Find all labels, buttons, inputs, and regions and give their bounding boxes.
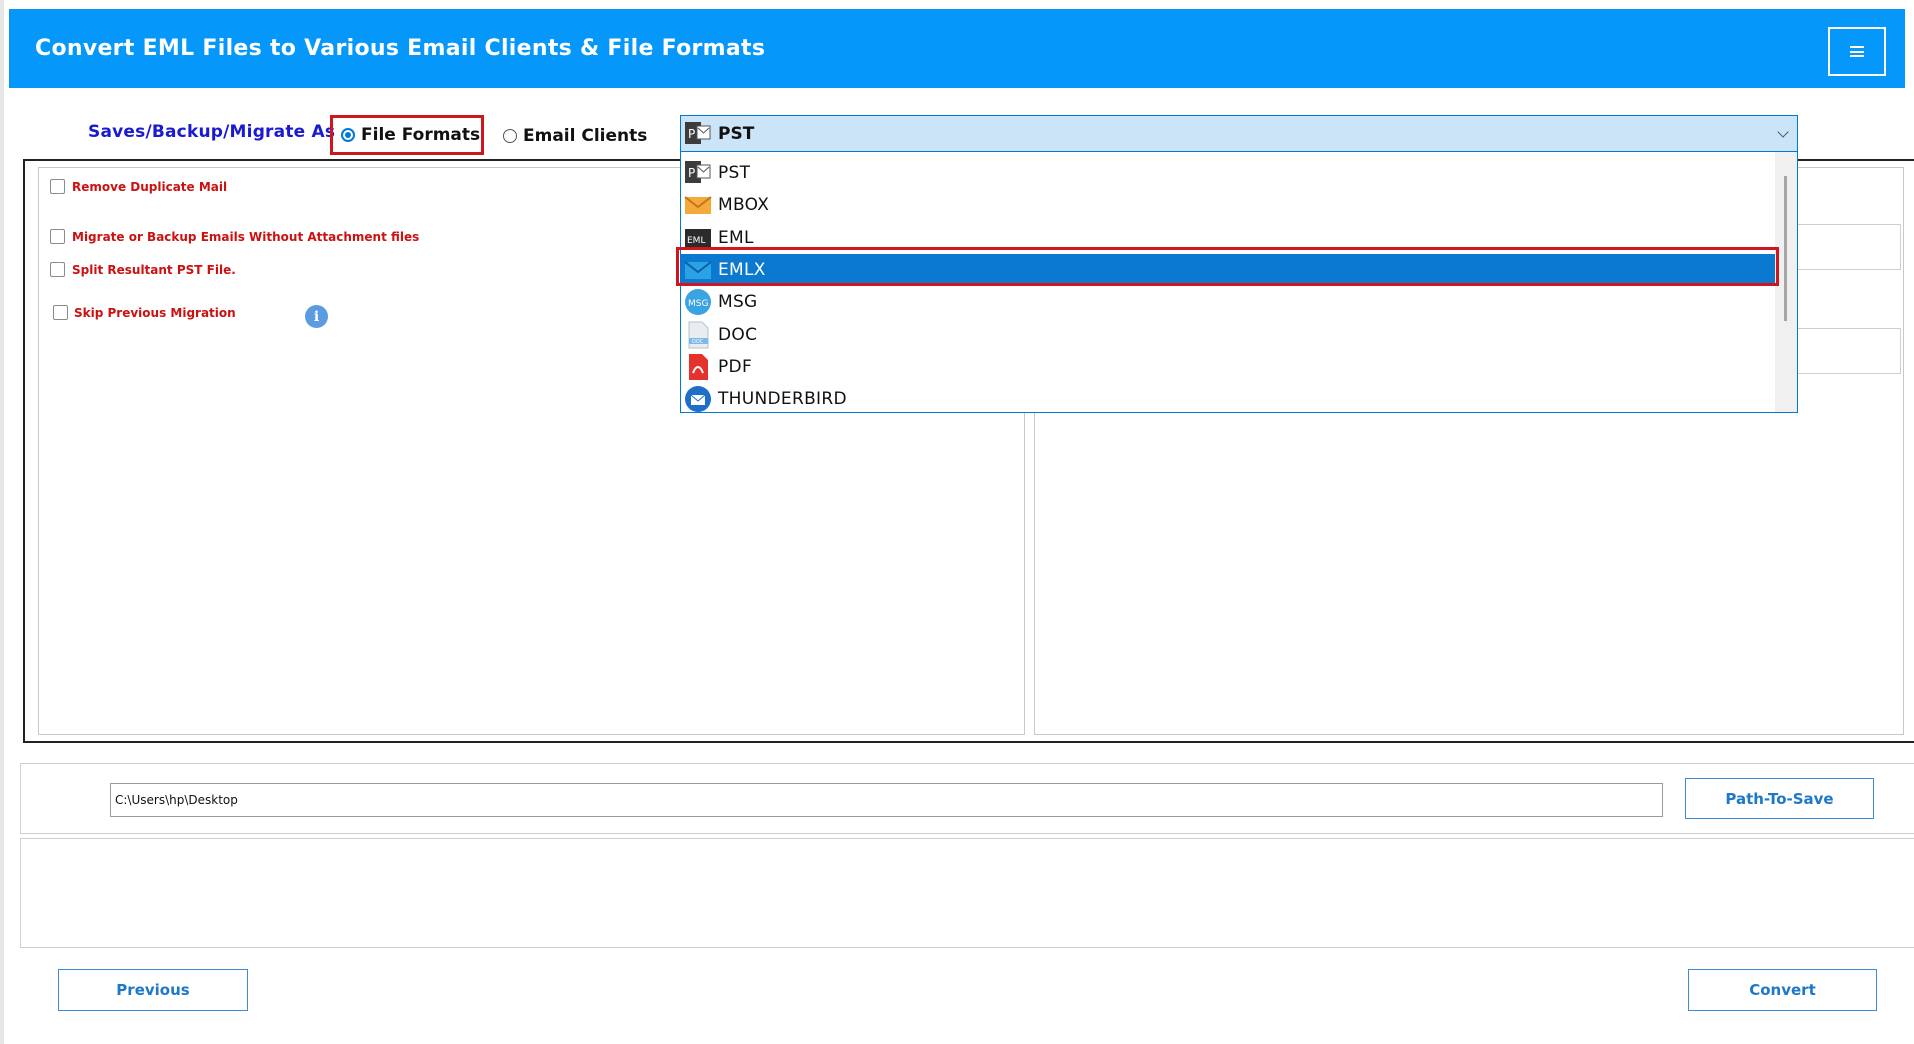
mbox-icon	[684, 191, 712, 219]
format-select[interactable]: P PST	[680, 115, 1798, 152]
previous-button[interactable]: Previous	[58, 969, 248, 1011]
radio-selected-icon	[341, 128, 355, 142]
pst-icon: P	[684, 120, 712, 148]
log-panel	[20, 838, 1914, 948]
chevron-down-icon	[1777, 126, 1789, 138]
dropdown-item-msg[interactable]: MSG MSG	[681, 286, 1776, 318]
dropdown-item-pst[interactable]: P PST	[681, 157, 1776, 189]
email-clients-radio[interactable]: Email Clients	[503, 126, 647, 146]
save-path-input[interactable]: C:\Users\hp\Desktop	[110, 783, 1663, 817]
svg-text:EML: EML	[687, 236, 705, 246]
settings-field-1[interactable]	[1797, 224, 1901, 270]
hamburger-icon	[1850, 46, 1864, 57]
dropdown-item-pdf[interactable]: PDF	[681, 351, 1776, 383]
dropdown-scrollbar-thumb[interactable]	[1784, 176, 1787, 321]
info-icon[interactable]: i	[305, 305, 328, 328]
file-formats-radio[interactable]: File Formats	[330, 115, 484, 155]
svg-text:P: P	[688, 166, 695, 180]
dropdown-item-thunderbird[interactable]: THUNDERBIRD	[681, 383, 1776, 415]
pst-icon: P	[684, 159, 712, 187]
svg-text:DOC: DOC	[692, 339, 704, 345]
skip-previous-checkbox[interactable]	[53, 305, 68, 320]
dropdown-item-mbox[interactable]: MBOX	[681, 189, 1776, 221]
email-clients-label: Email Clients	[523, 126, 648, 146]
dropdown-item-label: PST	[718, 163, 751, 183]
dropdown-item-label: EML	[718, 228, 754, 248]
file-formats-label: File Formats	[361, 125, 481, 145]
without-attachment-label: Migrate or Backup Emails Without Attachm…	[72, 230, 420, 244]
svg-text:MSG: MSG	[688, 299, 708, 309]
remove-duplicate-checkbox[interactable]	[50, 179, 65, 194]
convert-button[interactable]: Convert	[1688, 969, 1877, 1011]
highlight-outline	[676, 247, 1779, 286]
dropdown-item-doc[interactable]: DOC DOC	[681, 319, 1776, 351]
radio-unselected-icon	[503, 129, 517, 143]
dropdown-item-label: MSG	[718, 292, 758, 312]
split-pst-label: Split Resultant PST File.	[72, 263, 236, 277]
dropdown-item-label: THUNDERBIRD	[718, 389, 847, 409]
format-select-value: PST	[718, 123, 755, 144]
skip-previous-label: Skip Previous Migration	[74, 306, 236, 320]
split-pst-checkbox[interactable]	[50, 262, 65, 277]
msg-icon: MSG	[684, 288, 712, 316]
window-left-edge	[0, 0, 4, 1044]
pdf-icon	[684, 353, 712, 381]
thunderbird-icon	[684, 385, 712, 413]
doc-icon: DOC	[684, 321, 712, 349]
settings-field-2[interactable]	[1797, 328, 1901, 374]
without-attachment-checkbox[interactable]	[50, 229, 65, 244]
menu-button[interactable]	[1828, 27, 1886, 76]
save-as-label: Saves/Backup/Migrate As	[88, 122, 336, 142]
dropdown-item-label: PDF	[718, 357, 753, 377]
app-title: Convert EML Files to Various Email Clien…	[35, 36, 766, 61]
remove-duplicate-label: Remove Duplicate Mail	[72, 180, 228, 194]
dropdown-item-label: MBOX	[718, 195, 770, 215]
path-to-save-button[interactable]: Path-To-Save	[1685, 778, 1874, 819]
svg-text:P: P	[688, 127, 695, 141]
dropdown-item-label: DOC	[718, 325, 758, 345]
